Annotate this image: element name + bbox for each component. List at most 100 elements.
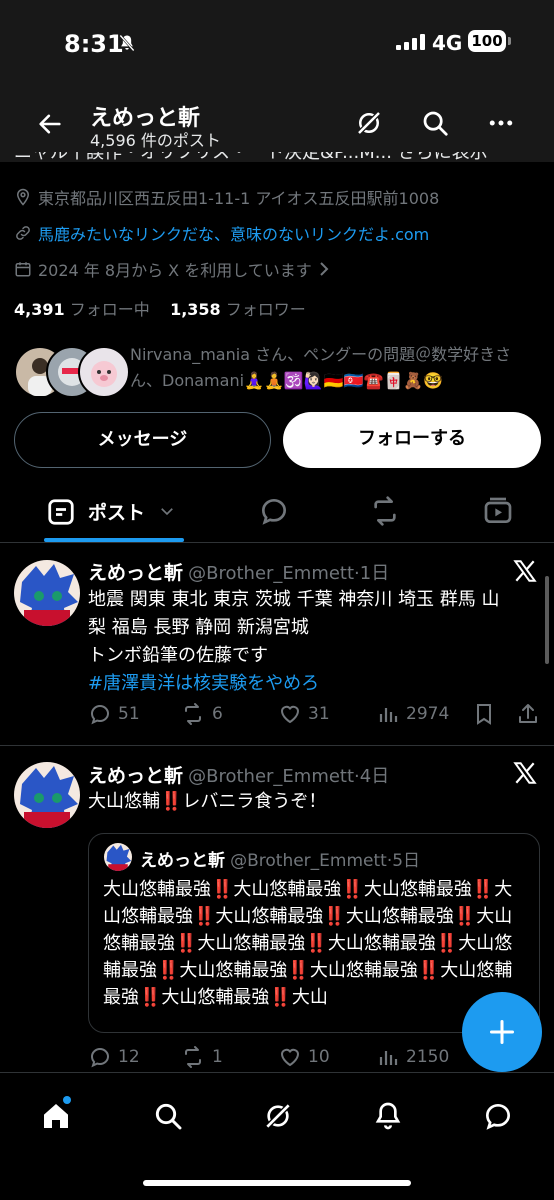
- chevron-down-icon[interactable]: [158, 502, 176, 520]
- avatar[interactable]: [14, 762, 80, 828]
- signal-icon: [396, 34, 426, 50]
- like-button[interactable]: 10: [278, 1045, 330, 1069]
- link-icon: [14, 224, 32, 242]
- battery-indicator: 100: [468, 30, 506, 52]
- tab-reposts[interactable]: [368, 495, 402, 527]
- status-time: 8:31: [64, 30, 124, 58]
- silent-mode-icon: [117, 33, 137, 53]
- post-author-handle[interactable]: @Brother_Emmett: [188, 563, 354, 584]
- website-row[interactable]: 馬鹿みたいなリンクだな、意味のないリンクだよ.com: [14, 221, 429, 245]
- post-count: 4,596 件のポスト: [90, 131, 221, 150]
- joined-text: 2024 年 8月から X を利用しています: [38, 261, 312, 280]
- more-icon[interactable]: [486, 108, 516, 138]
- follow-button[interactable]: フォローする: [283, 412, 541, 468]
- tab-media[interactable]: [482, 495, 514, 527]
- search-icon[interactable]: [420, 108, 450, 138]
- search-icon[interactable]: [152, 1100, 184, 1132]
- calendar-icon: [14, 260, 32, 278]
- repost-button[interactable]: 6: [180, 702, 223, 726]
- bell-icon[interactable]: [372, 1100, 404, 1132]
- followers-label: フォロワー: [225, 300, 306, 319]
- quote-time: ·5日: [386, 851, 421, 871]
- follower-avatar[interactable]: [78, 346, 130, 398]
- home-icon[interactable]: [40, 1100, 72, 1132]
- reply-icon: [88, 1045, 112, 1069]
- followed-by-text[interactable]: Nirvana_mania さん、ペングーの問題＠数学好きさん、Donamani…: [130, 342, 540, 394]
- post-header: えめっと斬 @Brother_Emmett·4日: [88, 761, 389, 788]
- compose-button[interactable]: [462, 992, 542, 1072]
- plus-icon: [488, 1018, 516, 1046]
- post-time: ·4日: [354, 766, 390, 787]
- post-author-name[interactable]: えめっと斬: [88, 765, 183, 787]
- quote-avatar: [104, 843, 132, 871]
- repost-icon: [180, 702, 206, 726]
- repost-button[interactable]: 1: [180, 1045, 223, 1069]
- notification-dot: [63, 1096, 71, 1104]
- location-icon: [14, 188, 32, 206]
- chevron-right-icon: [318, 261, 330, 277]
- location-text: 東京都品川区西五反田1-11-1 アイオス五反田駅前1008: [38, 189, 440, 208]
- reply-icon: [88, 702, 112, 726]
- messages-icon[interactable]: [482, 1100, 514, 1132]
- profile-header-bar: [0, 86, 554, 162]
- views-icon: [376, 1045, 400, 1069]
- reply-button[interactable]: 12: [88, 1045, 140, 1069]
- share-icon[interactable]: [516, 702, 540, 726]
- like-count: 10: [308, 1047, 330, 1067]
- reply-count: 12: [118, 1047, 140, 1067]
- following-label: フォロー中: [69, 300, 150, 319]
- following-count: 4,391: [14, 300, 65, 319]
- followers-stat[interactable]: 1,358 フォロワー: [170, 300, 306, 319]
- post-text[interactable]: 大山悠輔‼️レバニラ食うぞ！: [88, 788, 540, 816]
- post-divider: [0, 745, 554, 746]
- avatar[interactable]: [14, 560, 80, 626]
- bookmark-icon[interactable]: [472, 702, 496, 726]
- views-button[interactable]: 2974: [376, 702, 449, 726]
- repost-icon: [180, 1045, 206, 1069]
- followers-count: 1,358: [170, 300, 221, 319]
- posts-tab-icon: [46, 497, 76, 527]
- home-indicator[interactable]: [143, 1180, 411, 1186]
- network-type: 4G: [432, 31, 463, 55]
- repost-count: 1: [212, 1047, 223, 1067]
- view-count: 2974: [406, 704, 450, 724]
- quote-author-name: えめっと斬: [140, 851, 225, 871]
- like-count: 31: [308, 704, 330, 724]
- post-author-name[interactable]: えめっと斬: [88, 562, 183, 584]
- like-icon: [278, 1045, 302, 1069]
- location-row: 東京都品川区西五反田1-11-1 アイオス五反田駅前1008: [14, 185, 439, 209]
- view-count: 2150: [406, 1047, 450, 1067]
- follow-stats: 4,391 フォロー中 1,358 フォロワー: [14, 296, 306, 320]
- back-arrow-icon[interactable]: [36, 110, 64, 138]
- tab-posts[interactable]: ポスト: [88, 498, 145, 525]
- x-logo-icon: [512, 760, 538, 786]
- views-icon: [376, 702, 400, 726]
- post-author-handle[interactable]: @Brother_Emmett: [188, 766, 354, 787]
- tab-replies[interactable]: [258, 495, 290, 527]
- like-button[interactable]: 31: [278, 702, 330, 726]
- post-line: 地震 関東 東北 東京 茨城 千葉 神奈川 埼玉 群馬 山: [88, 589, 500, 610]
- hashtag-link[interactable]: #唐澤貴洋は核実験をやめろ: [88, 670, 540, 698]
- post-line: 梨 福島 長野 静岡 新潟宮城: [88, 617, 309, 638]
- grok-icon[interactable]: [354, 108, 384, 138]
- post-line: トンボ鉛筆の佐藤です: [88, 645, 268, 666]
- repost-count: 6: [212, 704, 223, 724]
- post-text[interactable]: 地震 関東 東北 東京 茨城 千葉 神奈川 埼玉 群馬 山 梨 福島 長野 静岡…: [88, 586, 540, 698]
- post-time: ·1日: [354, 563, 390, 584]
- grok-icon[interactable]: [262, 1100, 294, 1132]
- following-stat[interactable]: 4,391 フォロー中: [14, 300, 150, 319]
- post-header: えめっと斬 @Brother_Emmett·1日: [88, 558, 389, 585]
- x-logo-icon: [512, 558, 538, 584]
- views-button[interactable]: 2150: [376, 1045, 449, 1069]
- message-button[interactable]: メッセージ: [14, 412, 271, 468]
- tabs-divider: [0, 542, 554, 543]
- joined-row[interactable]: 2024 年 8月から X を利用しています: [14, 257, 330, 281]
- scrollbar[interactable]: [545, 576, 549, 664]
- reply-button[interactable]: 51: [88, 702, 140, 726]
- website-link[interactable]: 馬鹿みたいなリンクだな、意味のないリンクだよ.com: [38, 221, 429, 245]
- quote-header: えめっと斬 @Brother_Emmett·5日: [140, 846, 420, 871]
- quote-text: 大山悠輔最強‼️大山悠輔最強‼️大山悠輔最強‼️大山悠輔最強‼️大山悠輔最強‼️…: [103, 879, 513, 1008]
- reply-count: 51: [118, 704, 140, 724]
- battery-tip: [508, 37, 511, 45]
- bio-text: ニャル十誤作・オリフリス・ート決定&P...M... さらに表示: [14, 152, 488, 163]
